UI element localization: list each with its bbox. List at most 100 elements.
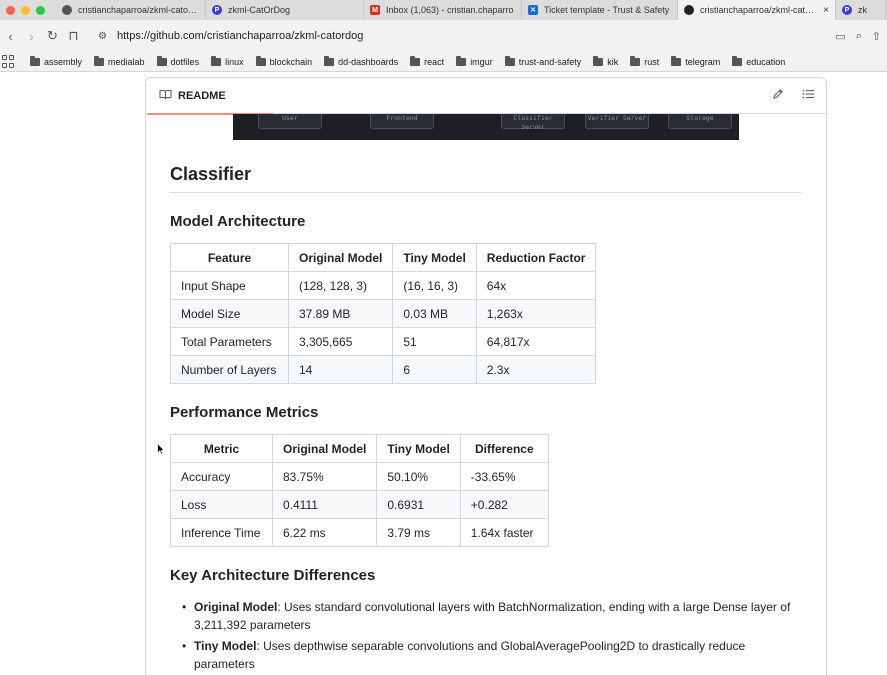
share-icon[interactable]: ⇧ xyxy=(872,30,881,43)
bookmark-dd-dashboards[interactable]: dd-dashboards xyxy=(324,55,399,67)
table-cell: +0.282 xyxy=(459,490,549,519)
list-item: Tiny Model: Uses depthwise separable con… xyxy=(182,637,792,673)
column-header: Metric xyxy=(170,434,273,463)
column-header: Feature xyxy=(170,243,289,272)
table-row: Accuracy 83.75% 50.10% -33.65% xyxy=(170,462,549,491)
column-header: Difference xyxy=(459,434,549,463)
table-cell: Loss xyxy=(170,490,273,519)
bookmark-label: assembly xyxy=(44,56,83,67)
close-tab-icon[interactable]: × xyxy=(823,5,829,16)
bookmark-trust-and-safety[interactable]: trust-and-safety xyxy=(504,55,581,67)
table-row: Loss 0.4111 0.6931 +0.282 xyxy=(170,490,549,519)
back-icon[interactable]: ‹ xyxy=(0,29,21,44)
differences-list: Original Model: Uses standard convolutio… xyxy=(182,598,792,675)
table-cell: 37.89 MB xyxy=(287,299,394,328)
bookmark-assembly[interactable]: assembly xyxy=(30,55,83,67)
table-cell: Inference Time xyxy=(170,518,273,547)
browser-tab-active[interactable]: cristianchaparroa/zkml-catordog × xyxy=(678,0,836,20)
list-item-text: : Uses standard convolutional layers wit… xyxy=(194,600,791,632)
architecture-diagram-image: User Frontend Classifier Server Verifier… xyxy=(233,114,739,140)
bookmark-telegram[interactable]: telegram xyxy=(671,55,721,67)
folder-icon xyxy=(156,55,167,66)
table-header-row: Metric Original Model Tiny Model Differe… xyxy=(170,434,549,463)
table-cell: Total Parameters xyxy=(170,327,289,356)
confluence-icon: ✕ xyxy=(528,5,538,15)
reload-icon[interactable]: ↻ xyxy=(42,28,63,44)
column-header: Original Model xyxy=(271,434,378,463)
table-cell: -33.65% xyxy=(459,462,549,491)
p-icon: P xyxy=(212,5,222,15)
forward-icon[interactable]: › xyxy=(21,29,42,44)
folder-icon xyxy=(324,55,335,66)
bookmark-label: imgur xyxy=(470,56,493,67)
table-cell: 50.10% xyxy=(376,462,461,491)
readme-tab[interactable]: README xyxy=(147,78,274,115)
folder-icon xyxy=(671,55,682,66)
readme-tab-label: README xyxy=(178,89,226,102)
table-cell: 0.03 MB xyxy=(392,299,477,328)
list-item-text: : Uses depthwise separable convolutions … xyxy=(194,639,746,671)
diagram-box-verifier-server: Verifier Server xyxy=(585,114,649,129)
table-cell: Number of Layers xyxy=(170,355,289,384)
folder-icon xyxy=(255,55,266,66)
table-cell: (16, 16, 3) xyxy=(392,271,477,300)
bookmark-label: dd-dashboards xyxy=(338,56,399,67)
zoom-icon[interactable]: ⌕ xyxy=(856,30,862,43)
outline-list-icon[interactable] xyxy=(802,88,814,103)
table-cell: 83.75% xyxy=(271,462,378,491)
browser-tab[interactable]: ✕ Ticket template - Trust & Safety xyxy=(522,0,678,20)
browser-tab[interactable]: cristianchaparroa/zkml-catordog xyxy=(56,0,206,20)
url-field[interactable]: ⚙ https://github.com/cristianchaparroa/z… xyxy=(98,30,835,42)
tab-label: Inbox (1,063) - cristian.chaparro xyxy=(386,5,514,15)
close-window-button[interactable] xyxy=(6,5,15,15)
bookmark-medialab[interactable]: medialab xyxy=(94,55,145,67)
bookmark-icon[interactable]: ⊓ xyxy=(63,28,84,44)
folder-icon xyxy=(630,55,641,66)
minimize-window-button[interactable] xyxy=(21,5,30,15)
bookmark-dotfiles[interactable]: dotfiles xyxy=(156,55,199,67)
cast-icon[interactable]: ▭ xyxy=(835,30,845,43)
browser-tab[interactable]: P zkml-CatOrDog xyxy=(206,0,364,20)
column-header: Original Model xyxy=(287,243,394,272)
apps-icon[interactable] xyxy=(2,54,16,69)
table-cell: Input Shape xyxy=(170,271,289,300)
table-cell: 6 xyxy=(392,355,477,384)
browser-tab[interactable]: P zk xyxy=(836,0,886,20)
bookmark-label: telegram xyxy=(685,56,721,67)
tab-label: zkml-CatOrDog xyxy=(228,5,291,15)
bookmark-imgur[interactable]: imgur xyxy=(456,55,493,67)
model-architecture-table: Feature Original Model Tiny Model Reduct… xyxy=(170,243,597,384)
bookmark-kik[interactable]: kik xyxy=(593,55,618,67)
browser-tab[interactable]: M Inbox (1,063) - cristian.chaparro xyxy=(364,0,522,20)
site-settings-icon[interactable]: ⚙ xyxy=(98,31,107,42)
address-bar: ‹ › ↻ ⊓ ⚙ https://github.com/cristiancha… xyxy=(0,20,887,52)
url-text: https://github.com/cristianchaparroa/zkm… xyxy=(116,30,364,42)
readme-panel: README User Frontend Classifier Server V… xyxy=(145,77,827,675)
folder-icon xyxy=(30,55,40,66)
folder-icon xyxy=(94,55,105,66)
folder-icon xyxy=(504,55,515,66)
heading-divider xyxy=(170,192,802,193)
folder-icon xyxy=(732,55,743,66)
bookmark-rust[interactable]: rust xyxy=(630,55,660,67)
table-cell: 1,263x xyxy=(475,299,597,328)
bookmark-label: react xyxy=(424,56,445,67)
list-item-title: Tiny Model xyxy=(194,639,257,653)
table-cell: 0.6931 xyxy=(376,490,461,519)
bookmark-linux[interactable]: linux xyxy=(211,55,244,67)
tab-label: Ticket template - Trust & Safety xyxy=(544,5,670,15)
bookmark-react[interactable]: react xyxy=(410,55,445,67)
table-cell: 1.64x faster xyxy=(459,518,549,547)
list-item: Original Model: Uses standard convolutio… xyxy=(182,598,792,634)
edit-pencil-icon[interactable] xyxy=(772,88,784,103)
window-controls xyxy=(0,5,56,15)
maximize-window-button[interactable] xyxy=(36,5,45,15)
table-row: Inference Time 6.22 ms 3.79 ms 1.64x fas… xyxy=(170,518,549,547)
table-row: Model Size 37.89 MB 0.03 MB 1,263x xyxy=(170,299,597,328)
column-header: Reduction Factor xyxy=(475,243,597,272)
bookmark-label: rust xyxy=(644,56,660,67)
bookmark-education[interactable]: education xyxy=(732,55,785,67)
bookmark-blockchain[interactable]: blockchain xyxy=(255,55,312,67)
folder-icon xyxy=(456,55,467,66)
table-row: Input Shape (128, 128, 3) (16, 16, 3) 64… xyxy=(170,271,597,300)
